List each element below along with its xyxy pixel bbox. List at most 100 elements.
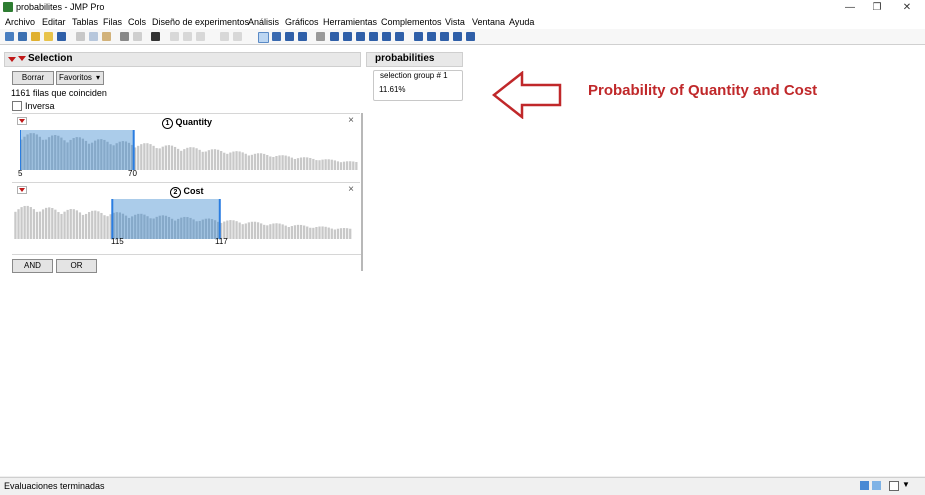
histogram-bar — [177, 218, 180, 239]
toolbar — [0, 29, 925, 45]
layout-icon[interactable] — [196, 32, 205, 41]
cost-low-value[interactable]: 115 — [111, 237, 124, 246]
histogram-bar — [229, 220, 232, 239]
globe-tool-icon[interactable] — [298, 32, 307, 41]
menu-filas[interactable]: Filas — [103, 17, 122, 27]
close-window-button[interactable]: ✕ — [892, 0, 922, 15]
magnifier-tool-icon[interactable] — [356, 32, 365, 41]
probabilities-outline-header[interactable]: probabilities — [366, 52, 463, 67]
range-handle[interactable] — [132, 130, 135, 170]
restore-button[interactable]: ❐ — [862, 0, 892, 15]
histogram-bar — [352, 161, 355, 170]
histogram-bar — [23, 136, 26, 170]
histogram-bar — [124, 215, 128, 239]
ellipse-tool-icon[interactable] — [466, 32, 475, 41]
histogram-bar — [44, 139, 48, 170]
search-icon[interactable] — [151, 32, 160, 41]
histogram-bar — [293, 225, 297, 239]
histogram-bar — [336, 228, 340, 239]
arrow-tool-icon[interactable] — [258, 32, 269, 43]
inverse-label: Inversa — [25, 101, 55, 111]
histogram-bar — [318, 160, 321, 170]
and-button[interactable]: AND — [12, 259, 53, 273]
red-triangle-menu-icon[interactable] — [18, 56, 26, 61]
paste-icon[interactable] — [102, 32, 111, 41]
range-handle[interactable] — [20, 130, 21, 170]
histogram-bar — [256, 153, 260, 170]
journal-icon[interactable] — [133, 32, 142, 41]
close-icon[interactable]: × — [348, 184, 354, 195]
line-tool-icon[interactable] — [395, 32, 404, 41]
histogram-bar — [167, 145, 171, 170]
chevron-down-icon[interactable]: ▼ — [902, 480, 910, 489]
hand-tool-icon[interactable] — [316, 32, 325, 41]
subset-icon[interactable] — [233, 32, 242, 41]
histogram-bar — [195, 221, 198, 239]
crosshair-tool-icon[interactable] — [285, 32, 294, 41]
filter-icon[interactable] — [220, 32, 229, 41]
histogram-bar — [158, 148, 161, 170]
minimize-button[interactable]: — — [835, 0, 865, 15]
script-window-icon[interactable] — [120, 32, 129, 41]
range-handle[interactable] — [218, 199, 221, 239]
close-icon[interactable]: × — [348, 115, 354, 126]
menu-diseno[interactable]: Diseño de experimentos — [152, 17, 249, 27]
menu-cols[interactable]: Cols — [128, 17, 146, 27]
menu-complementos[interactable]: Complementos — [381, 17, 442, 27]
cut-icon[interactable] — [76, 32, 85, 41]
cost-high-value[interactable]: 117 — [215, 237, 228, 246]
python-icon[interactable] — [31, 32, 40, 41]
menu-vista[interactable]: Vista — [445, 17, 465, 27]
range-handle[interactable] — [111, 199, 114, 239]
menu-herramientas[interactable]: Herramientas — [323, 17, 377, 27]
shape-tool-icon[interactable] — [440, 32, 449, 41]
save-icon[interactable] — [57, 32, 66, 41]
histogram-bar — [213, 149, 217, 170]
histogram-bar — [284, 225, 287, 239]
quantity-histogram[interactable] — [20, 130, 358, 170]
home-icon[interactable] — [860, 481, 869, 490]
brush-tool-icon[interactable] — [330, 32, 339, 41]
quantity-low-value[interactable]: 5 — [18, 169, 22, 178]
table-icon[interactable] — [170, 32, 179, 41]
favorites-dropdown[interactable]: Favoritos ▾ — [56, 71, 104, 85]
menu-analisis[interactable]: Análisis — [248, 17, 279, 27]
grid-icon[interactable] — [183, 32, 192, 41]
new-script-icon[interactable] — [18, 32, 27, 41]
menu-archivo[interactable]: Archivo — [5, 17, 35, 27]
open-folder-icon[interactable] — [44, 32, 53, 41]
polygon-tool-icon[interactable] — [453, 32, 462, 41]
menu-ventana[interactable]: Ventana — [472, 17, 505, 27]
menu-tablas[interactable]: Tablas — [72, 17, 98, 27]
histogram-bar — [54, 209, 57, 239]
window-list-icon[interactable] — [872, 481, 881, 490]
red-triangle-menu-icon[interactable] — [17, 117, 27, 125]
quantity-filter: 1 Quantity × 5 70 — [12, 113, 360, 182]
copy-icon[interactable] — [89, 32, 98, 41]
or-button[interactable]: OR — [56, 259, 97, 273]
layout-toggle-icon[interactable] — [889, 481, 899, 491]
histogram-bar — [281, 224, 284, 239]
menu-editar[interactable]: Editar — [42, 17, 66, 27]
histogram-bar — [223, 152, 226, 170]
histogram-bar — [84, 213, 88, 239]
status-bar: Evaluaciones terminadas ▼ — [0, 477, 925, 495]
text-tool-icon[interactable] — [414, 32, 423, 41]
quantity-high-value[interactable]: 70 — [128, 169, 137, 178]
rectangle-tool-icon[interactable] — [427, 32, 436, 41]
new-data-table-icon[interactable] — [5, 32, 14, 41]
clear-button[interactable]: Borrar — [12, 71, 54, 85]
zoom-tool-icon[interactable] — [369, 32, 378, 41]
lasso-tool-icon[interactable] — [343, 32, 352, 41]
menu-graficos[interactable]: Gráficos — [285, 17, 319, 27]
red-triangle-menu-icon[interactable] — [17, 186, 27, 194]
disclosure-icon[interactable] — [8, 57, 16, 62]
cost-histogram[interactable] — [14, 199, 352, 239]
inverse-checkbox[interactable] — [12, 101, 22, 111]
selection-outline-header[interactable]: Selection — [4, 52, 361, 67]
histogram-bar — [244, 223, 247, 239]
histogram-bar — [94, 210, 97, 239]
help-tool-icon[interactable] — [272, 32, 281, 41]
menu-ayuda[interactable]: Ayuda — [509, 17, 534, 27]
plus-tool-icon[interactable] — [382, 32, 391, 41]
